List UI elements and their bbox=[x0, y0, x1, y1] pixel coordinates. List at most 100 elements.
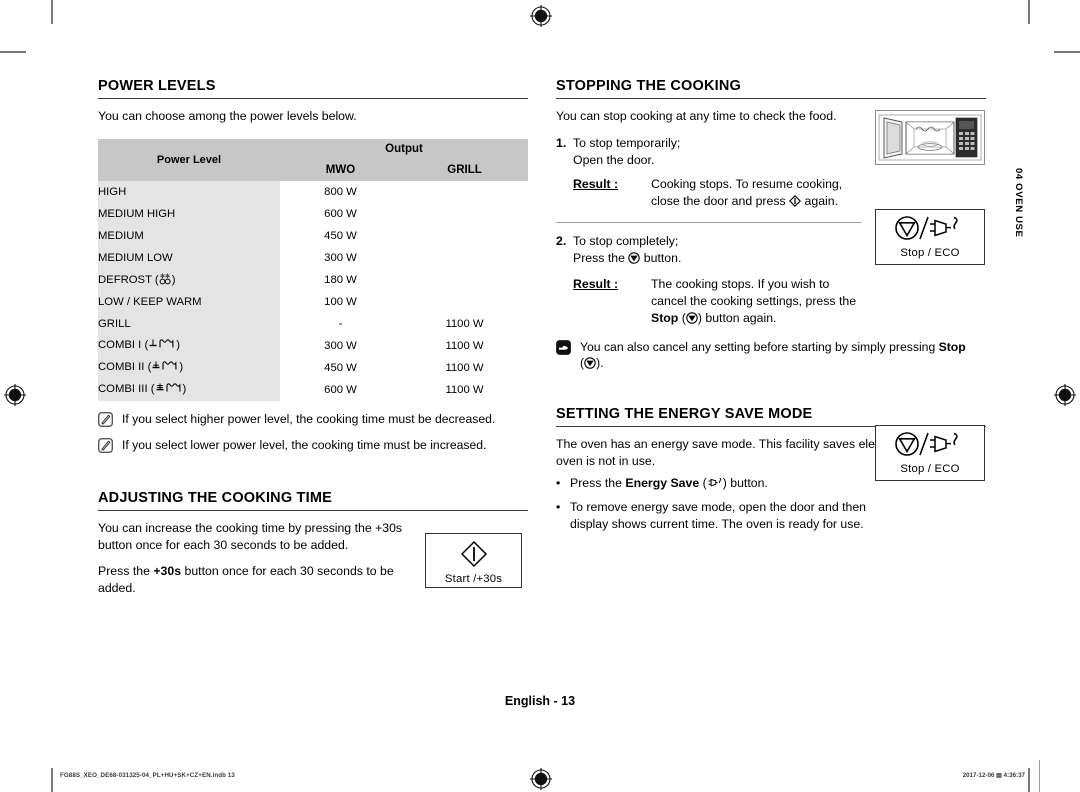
row-paren-open: ( bbox=[144, 361, 152, 374]
energy-save-heading: SETTING THE ENERGY SAVE MODE bbox=[556, 406, 986, 427]
stopping-cooking-heading: STOPPING THE COOKING bbox=[556, 78, 986, 99]
page-number: English - 13 bbox=[504, 694, 576, 708]
table-header-mwo: MWO bbox=[280, 159, 401, 181]
energy-save-keyword: Energy Save bbox=[625, 475, 700, 490]
row-label: LOW / KEEP WARM bbox=[98, 295, 202, 308]
table-row: LOW / KEEP WARM 100 W bbox=[98, 290, 528, 313]
chapter-tab: 04 OVEN USE bbox=[1013, 168, 1024, 238]
row-paren-close: ) bbox=[182, 383, 187, 396]
result-line-2: cancel the cooking settings, press the bbox=[651, 293, 857, 308]
energy-save-bullet-2: • To remove energy save mode, open the d… bbox=[556, 499, 866, 533]
power-levels-intro: You can choose among the power levels be… bbox=[98, 109, 357, 123]
row-mwo: 450 W bbox=[280, 356, 401, 379]
stop-keyword: Stop bbox=[651, 310, 679, 325]
step-body: To stop temporarily; Open the door. bbox=[573, 135, 680, 169]
oven-illustration bbox=[875, 110, 985, 165]
adjusting-time-para-2: Press the +30s button once for each 30 s… bbox=[98, 563, 413, 597]
footer-divider bbox=[1039, 760, 1040, 792]
note-hand-icon bbox=[556, 339, 571, 355]
bullet-text: To remove energy save mode, open the doo… bbox=[570, 499, 867, 531]
note-text-a: You can also cancel any setting before s… bbox=[580, 339, 939, 354]
step-body: To stop completely; Press the button. bbox=[573, 233, 681, 269]
row-grill: 1100 W bbox=[401, 378, 528, 401]
footer-filename: FG88S_XEO_DE68-031325-04_PL+HU+SK+CZ+EN.… bbox=[60, 772, 235, 779]
stop-icon bbox=[686, 311, 698, 329]
stop-eco-key-illustration-1: Stop / ECO bbox=[875, 209, 985, 265]
stop-eco-key-label: Stop / ECO bbox=[900, 247, 960, 259]
stopping-result-1: Result : Cooking stops. To resume cookin… bbox=[556, 176, 861, 212]
note-cancel-setting: You can also cancel any setting before s… bbox=[556, 339, 986, 374]
start-diamond-icon bbox=[789, 194, 802, 212]
row-paren-close: ) bbox=[176, 339, 180, 352]
eco-plug-icon bbox=[707, 477, 723, 494]
step-line-2: Open the door. bbox=[573, 152, 655, 167]
row-mwo: 100 W bbox=[280, 290, 401, 313]
row-label: HIGH bbox=[98, 185, 127, 198]
row-mwo: 300 W bbox=[280, 246, 401, 269]
table-row: COMBI III () 600 W 1100 W bbox=[98, 378, 528, 401]
power-levels-heading: POWER LEVELS bbox=[98, 78, 528, 99]
row-grill bbox=[401, 246, 528, 269]
table-header-grill: GRILL bbox=[401, 159, 528, 181]
combi-1-icon bbox=[148, 338, 176, 353]
row-mwo: - bbox=[280, 312, 401, 335]
adjusting-time-heading: ADJUSTING THE COOKING TIME bbox=[98, 490, 528, 511]
row-grill bbox=[401, 224, 528, 247]
row-label: GRILL bbox=[98, 317, 131, 330]
row-mwo: 180 W bbox=[280, 268, 401, 291]
result-line-1: The cooking stops. If you wish to bbox=[651, 276, 830, 291]
row-label: COMBI II bbox=[98, 361, 145, 374]
microwave-oven-image bbox=[878, 114, 982, 161]
defrost-icon: ✻✻ bbox=[159, 272, 172, 288]
table-row: MEDIUM 450 W bbox=[98, 224, 528, 247]
step-line-2a: Press the bbox=[573, 250, 629, 265]
row-paren-close: ) bbox=[171, 273, 176, 286]
result-body: The cooking stops. If you wish to cancel… bbox=[651, 276, 856, 329]
step-line-1: To stop completely; bbox=[573, 233, 679, 248]
row-mwo: 300 W bbox=[280, 334, 401, 357]
bullet-icon: • bbox=[556, 499, 561, 514]
result-label: Result : bbox=[573, 176, 619, 191]
table-row: COMBI I () 300 W 1100 W bbox=[98, 334, 528, 357]
combi-2-icon bbox=[151, 360, 179, 375]
stop-icon bbox=[628, 252, 641, 269]
row-grill bbox=[401, 180, 528, 203]
row-mwo: 450 W bbox=[280, 224, 401, 247]
note-lower-power: If you select lower power level, the coo… bbox=[97, 437, 528, 454]
row-mwo: 600 W bbox=[280, 378, 401, 401]
energy-save-bullet-1: • Press the Energy Save () button. bbox=[556, 475, 866, 494]
result-line-1: Cooking stops. To resume cooking, bbox=[651, 176, 843, 191]
row-label: DEFROST bbox=[98, 273, 152, 286]
step-line-2b: button. bbox=[640, 250, 682, 265]
divider bbox=[556, 221, 861, 223]
row-grill bbox=[401, 202, 528, 225]
footer-clock-icon: ▤ bbox=[996, 772, 1002, 779]
table-header-power-level: Power Level bbox=[98, 138, 280, 181]
row-mwo: 600 W bbox=[280, 202, 401, 225]
start-icon bbox=[426, 534, 521, 573]
stop-eco-key-illustration-2: Stop / ECO bbox=[875, 425, 985, 481]
row-grill bbox=[401, 290, 528, 313]
table-row: MEDIUM HIGH 600 W bbox=[98, 202, 528, 225]
start-plus30s-key-illustration: Start /+30s bbox=[425, 533, 522, 588]
table-header-output: Output bbox=[280, 138, 528, 160]
bullet-paren-open: ( bbox=[699, 475, 707, 490]
row-grill: 1100 W bbox=[401, 334, 528, 357]
start-plus30s-key-label: Start /+30s bbox=[444, 573, 503, 585]
row-grill: 1100 W bbox=[401, 312, 528, 335]
plus30s-keyword: +30s bbox=[153, 563, 182, 578]
step-number: 2. bbox=[556, 233, 567, 248]
stop-eco-icon bbox=[876, 210, 984, 247]
stop-eco-key-label: Stop / ECO bbox=[900, 463, 960, 475]
row-mwo: 800 W bbox=[280, 180, 401, 203]
manual-page: POWER LEVELS You can choose among the po… bbox=[0, 0, 1080, 792]
row-grill bbox=[401, 268, 528, 291]
row-grill: 1100 W bbox=[401, 356, 528, 379]
result-label: Result : bbox=[573, 276, 619, 291]
note-text: If you select higher power level, the co… bbox=[122, 411, 496, 426]
row-label: MEDIUM LOW bbox=[98, 251, 173, 264]
result-line-3b: ) button again. bbox=[697, 310, 777, 325]
result-paren-open: ( bbox=[678, 310, 686, 325]
stop-eco-icon bbox=[876, 426, 984, 463]
stopping-cooking-intro: You can stop cooking at any time to chec… bbox=[556, 109, 837, 123]
